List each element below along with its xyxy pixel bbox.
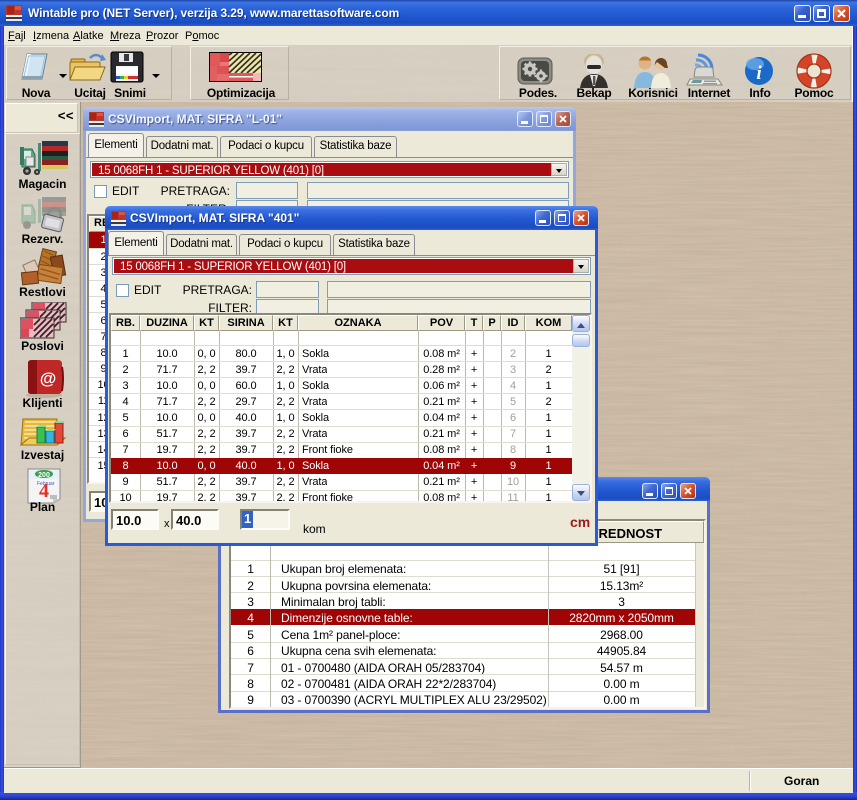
- svg-text:@: @: [40, 369, 57, 388]
- svg-text:200: 200: [38, 472, 50, 479]
- svg-text:4: 4: [39, 480, 49, 502]
- svg-text:i: i: [756, 63, 762, 84]
